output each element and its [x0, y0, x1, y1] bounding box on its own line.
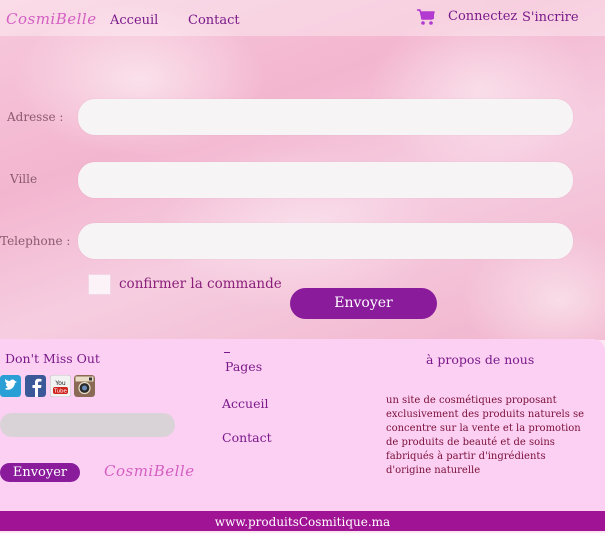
- newsletter-send-button[interactable]: Envoyer: [0, 463, 80, 482]
- city-input[interactable]: [78, 162, 573, 198]
- svg-text:You: You: [54, 380, 66, 387]
- address-input[interactable]: [78, 99, 573, 135]
- connect-link[interactable]: Connectez: [448, 9, 517, 24]
- footer-logo: CosmiBelle: [104, 462, 195, 480]
- confirm-label: confirmer la commande: [119, 276, 282, 292]
- newsletter-title: Don't Miss Out: [5, 351, 100, 366]
- nav-contact[interactable]: Contact: [188, 13, 240, 28]
- footer-link-contact[interactable]: Contact: [222, 430, 272, 445]
- nav-acceuil[interactable]: Acceuil: [110, 13, 158, 28]
- pages-title: Pages: [225, 359, 263, 374]
- phone-label: Telephone :: [0, 234, 71, 248]
- newsletter-email-input[interactable]: [0, 413, 175, 437]
- phone-input[interactable]: [78, 223, 573, 259]
- youtube-icon[interactable]: You Tube: [50, 375, 71, 397]
- city-label: Ville: [10, 172, 38, 186]
- site-logo[interactable]: CosmiBelle: [6, 10, 97, 28]
- instagram-icon[interactable]: [74, 375, 95, 397]
- footer-link-accueil[interactable]: Accueil: [222, 396, 268, 411]
- bottom-bar-domain: www.produitsCosmitique.ma: [0, 511, 605, 531]
- about-title: à propos de nous: [426, 352, 535, 367]
- svg-text:Tube: Tube: [53, 389, 68, 395]
- about-text: un site de cosmétiques proposant exclusi…: [386, 395, 585, 476]
- submit-button[interactable]: Envoyer: [290, 288, 437, 319]
- twitter-icon[interactable]: [0, 375, 21, 397]
- address-label: Adresse :: [7, 110, 64, 124]
- cart-icon[interactable]: [416, 8, 436, 26]
- facebook-icon[interactable]: [25, 375, 46, 397]
- signup-link[interactable]: S'incrire: [522, 10, 579, 25]
- pages-divider: [224, 352, 230, 353]
- confirm-checkbox[interactable]: [88, 274, 111, 295]
